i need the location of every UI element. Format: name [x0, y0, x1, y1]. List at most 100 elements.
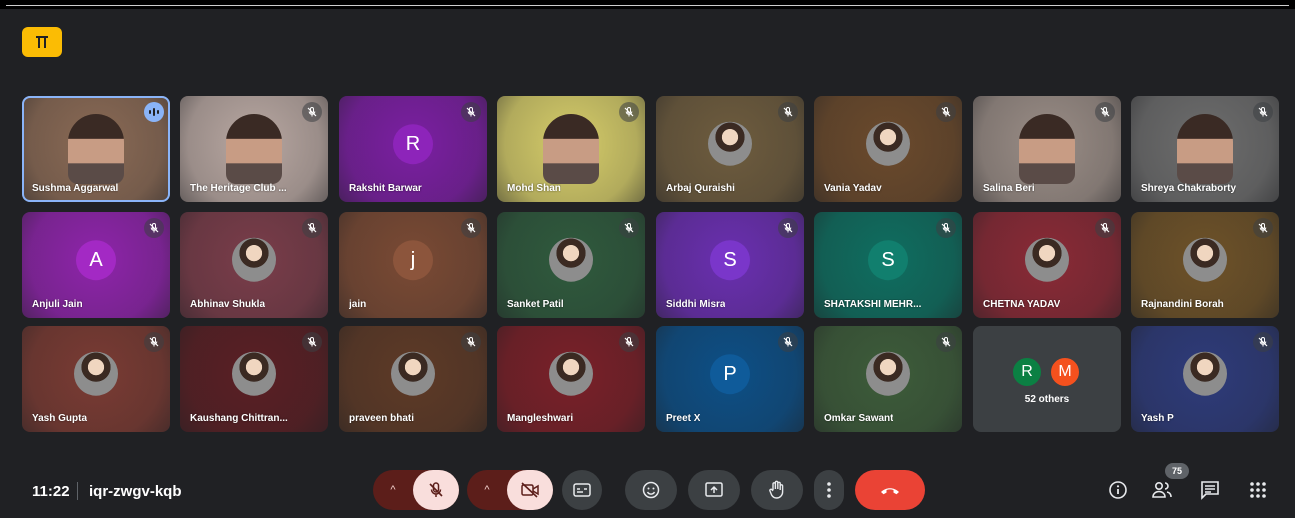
mic-off-icon	[778, 218, 798, 238]
participant-initial: P	[710, 354, 750, 395]
mic-control: ^	[373, 470, 459, 510]
participant-tile-vania-yadav[interactable]: Vania Yadav	[814, 96, 962, 202]
participant-tile-shatakshi-mehr[interactable]: S SHATAKSHI MEHR...	[814, 212, 962, 318]
participant-name: Anjuli Jain	[32, 299, 83, 310]
mic-off-icon	[461, 218, 481, 238]
mic-off-icon	[936, 218, 956, 238]
participant-tile-mohd-shan[interactable]: Mohd Shan	[497, 96, 645, 202]
end-call-icon	[881, 488, 899, 495]
mic-off-icon	[461, 102, 481, 122]
participant-tile-mangleshwari[interactable]: Mangleshwari	[497, 326, 645, 432]
participant-tile-omkar-sawant[interactable]: Omkar Sawant	[814, 326, 962, 432]
host-controls-icon	[36, 36, 48, 48]
participant-name: Rakshit Barwar	[349, 183, 422, 194]
present-button[interactable]	[688, 470, 740, 510]
speaking-icon	[144, 102, 164, 122]
participant-initial: j	[393, 240, 433, 281]
mic-off-icon	[936, 102, 956, 122]
participant-initial: S	[710, 240, 750, 281]
mic-off-icon	[144, 218, 164, 238]
participant-tile-abhinav-shukla[interactable]: Abhinav Shukla	[180, 212, 328, 318]
mic-off-icon	[619, 332, 639, 352]
recording-badge[interactable]	[22, 27, 62, 57]
apps-grid-icon	[1250, 482, 1266, 498]
participant-name: Abhinav Shukla	[190, 299, 266, 310]
participant-tile-siddhi-misra[interactable]: S Siddhi Misra	[656, 212, 804, 318]
participant-tile-rakshit-barwar[interactable]: R Rakshit Barwar	[339, 96, 487, 202]
participant-video	[68, 114, 124, 184]
participant-name: Omkar Sawant	[824, 413, 894, 424]
mic-off-button[interactable]	[413, 470, 459, 510]
participant-tile-the-heritage-club[interactable]: The Heritage Club ...	[180, 96, 328, 202]
participant-tile-sanket-patil[interactable]: Sanket Patil	[497, 212, 645, 318]
participant-name: Sushma Aggarwal	[32, 183, 119, 194]
participant-tile-chetna-yadav[interactable]: CHETNA YADAV	[973, 212, 1121, 318]
participant-initial: R	[393, 124, 433, 165]
participant-tile-yash-p[interactable]: Yash P	[1131, 326, 1279, 432]
participant-name: Siddhi Misra	[666, 299, 726, 310]
meeting-time: 11:22	[32, 483, 70, 500]
participant-avatar	[391, 351, 435, 396]
participant-name: Mangleshwari	[507, 413, 574, 424]
captions-button[interactable]	[562, 470, 602, 510]
present-screen-icon	[705, 482, 723, 497]
activities-button[interactable]	[1242, 474, 1274, 506]
participant-video	[1177, 114, 1233, 184]
camera-options-chevron-icon[interactable]: ^	[467, 470, 507, 510]
participant-name: Arbaj Quraishi	[666, 183, 735, 194]
participant-name: jain	[349, 299, 367, 310]
participant-name: Kaushang Chittran...	[190, 413, 288, 424]
participant-name: Preet X	[666, 413, 701, 424]
participant-video	[543, 114, 599, 184]
raise-hand-button[interactable]	[751, 470, 803, 510]
participant-tile-shreya-chakraborty[interactable]: Shreya Chakraborty	[1131, 96, 1279, 202]
participant-tile-anjuli-jain[interactable]: A Anjuli Jain	[22, 212, 170, 318]
participant-avatar	[232, 351, 276, 396]
participant-initial: A	[76, 240, 116, 281]
participant-tile-arbaj-quraishi[interactable]: Arbaj Quraishi	[656, 96, 804, 202]
camera-off-icon	[521, 482, 539, 498]
others-label: 52 others	[1024, 394, 1070, 405]
camera-off-button[interactable]	[507, 470, 553, 510]
mic-off-icon	[1095, 218, 1115, 238]
mic-off-icon	[1095, 102, 1115, 122]
captions-icon	[573, 483, 591, 497]
participant-avatar	[1183, 237, 1227, 282]
camera-control: ^	[467, 470, 553, 510]
participant-video	[226, 114, 282, 184]
participant-tile-praveen-bhati[interactable]: praveen bhati	[339, 326, 487, 432]
meeting-info-button[interactable]	[1102, 474, 1134, 506]
participant-name: CHETNA YADAV	[983, 299, 1061, 310]
mic-off-icon	[302, 332, 322, 352]
mic-off-icon	[144, 332, 164, 352]
emoji-button[interactable]	[625, 470, 677, 510]
others-avatar-2: M	[1049, 356, 1081, 388]
participant-tile-salina-beri[interactable]: Salina Beri	[973, 96, 1121, 202]
chat-button[interactable]	[1194, 474, 1226, 506]
participant-name: SHATAKSHI MEHR...	[824, 299, 922, 310]
mic-off-icon	[429, 482, 443, 497]
participant-tile-sushma-aggarwal[interactable]: Sushma Aggarwal	[22, 96, 170, 202]
participant-name: Sanket Patil	[507, 299, 564, 310]
mic-options-chevron-icon[interactable]: ^	[373, 470, 413, 510]
meeting-code[interactable]: iqr-zwgv-kqb	[89, 483, 182, 500]
participant-tile-rajnandini-borah[interactable]: Rajnandini Borah	[1131, 212, 1279, 318]
participant-tile-jain[interactable]: j jain	[339, 212, 487, 318]
others-tile[interactable]: R M 52 others	[973, 326, 1121, 432]
participant-avatar	[232, 237, 276, 282]
participant-tile-yash-gupta[interactable]: Yash Gupta	[22, 326, 170, 432]
mic-off-icon	[461, 332, 481, 352]
hand-icon	[769, 480, 784, 499]
more-vert-icon	[827, 482, 831, 498]
participant-name: The Heritage Club ...	[190, 183, 287, 194]
participant-video	[1019, 114, 1075, 184]
participant-name: Yash P	[1141, 413, 1174, 424]
participant-tile-preet-x[interactable]: P Preet X	[656, 326, 804, 432]
more-options-button[interactable]	[814, 470, 844, 510]
leave-call-button[interactable]	[855, 470, 925, 510]
people-button[interactable]	[1146, 474, 1178, 506]
participant-tile-kaushang-chittran[interactable]: Kaushang Chittran...	[180, 326, 328, 432]
participant-name: Mohd Shan	[507, 183, 561, 194]
participant-name: Shreya Chakraborty	[1141, 183, 1237, 194]
participant-avatar	[1025, 237, 1069, 282]
